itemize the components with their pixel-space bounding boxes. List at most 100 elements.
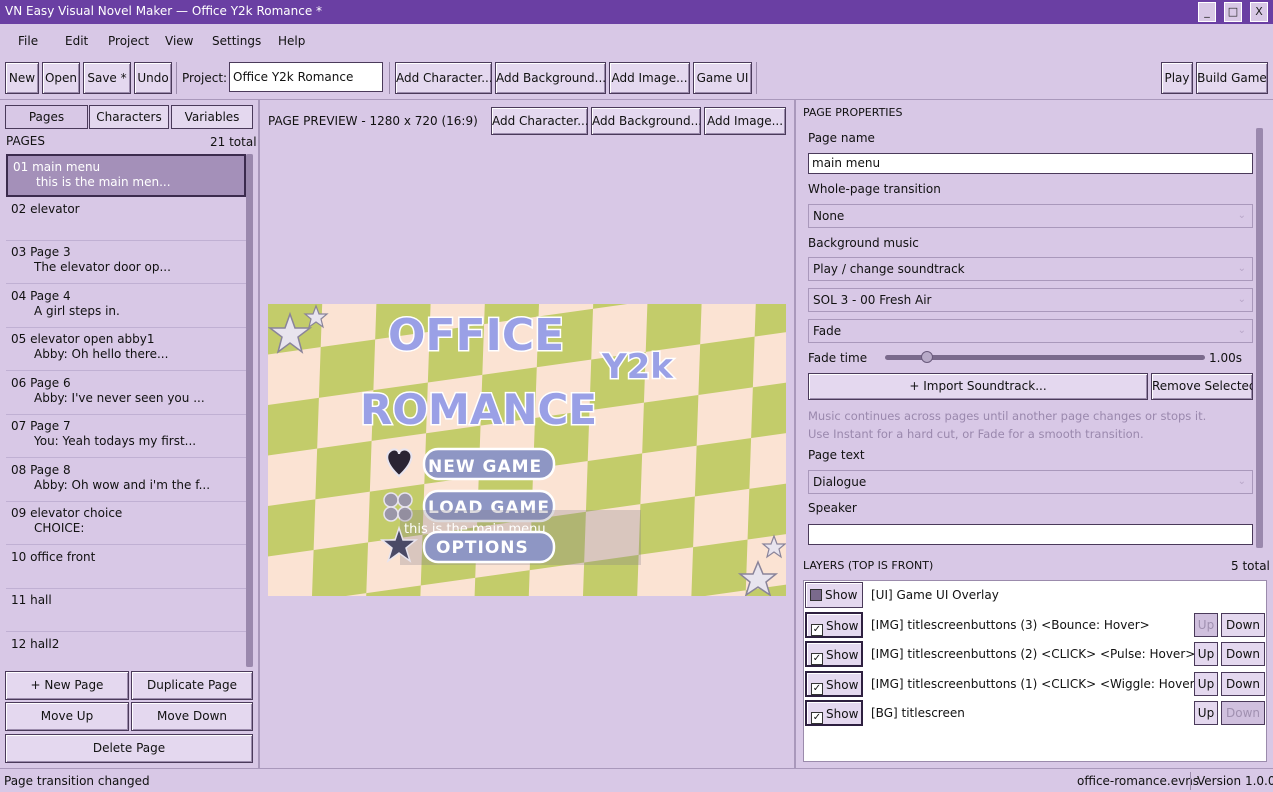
checkmark-icon: ✓	[811, 712, 823, 724]
open-button[interactable]: Open	[42, 62, 80, 94]
show-toggle[interactable]: Show	[805, 582, 863, 608]
maximize-button[interactable]: □	[1224, 2, 1242, 22]
toolbar: New Open Save * Undo Project: Office Y2k…	[0, 58, 1273, 100]
page-subtitle: CHOICE:	[34, 521, 85, 535]
preview-add-background-button[interactable]: Add Background...	[591, 107, 701, 135]
page-name-label: Page name	[808, 131, 875, 145]
menu-file[interactable]: File	[18, 34, 38, 48]
build-game-button[interactable]: Build Game	[1196, 62, 1268, 94]
layer-row[interactable]: ✓ Show [IMG] titlescreenbuttons (1) <CLIC…	[805, 671, 1265, 698]
toolbar-divider	[756, 62, 757, 94]
game-ui-button[interactable]: Game UI	[693, 62, 752, 94]
menu-edit[interactable]: Edit	[65, 34, 88, 48]
layer-down-button[interactable]: Down	[1221, 642, 1265, 666]
page-title: 08 Page 8	[11, 463, 71, 477]
show-toggle[interactable]: ✓ Show	[805, 671, 863, 697]
menu-help[interactable]: Help	[278, 34, 305, 48]
layer-up-button[interactable]: Up	[1194, 672, 1218, 696]
move-up-button[interactable]: Move Up	[5, 702, 129, 731]
project-name-input[interactable]: Office Y2k Romance	[229, 62, 383, 92]
fade-time-slider-track[interactable]	[885, 355, 1205, 360]
page-list-scroll-thumb[interactable]	[246, 154, 253, 667]
layer-row[interactable]: Show [UI] Game UI Overlay	[805, 582, 1265, 609]
list-item[interactable]: 03 Page 3 The elevator door op...	[6, 241, 246, 284]
chevron-down-icon: ⌄	[1237, 476, 1246, 487]
tab-characters[interactable]: Characters	[89, 105, 169, 129]
page-subtitle: Abby: I've never seen you ...	[34, 391, 205, 405]
add-character-button[interactable]: Add Character...	[395, 62, 492, 94]
menu-project[interactable]: Project	[108, 34, 149, 48]
toolbar-divider	[389, 62, 390, 94]
tab-pages[interactable]: Pages	[5, 105, 88, 129]
layer-row[interactable]: ✓ Show [IMG] titlescreenbuttons (2) <CLIC…	[805, 641, 1265, 668]
list-item[interactable]: 08 Page 8 Abby: Oh wow and i'm the f...	[6, 459, 246, 502]
minimize-button[interactable]: _	[1198, 2, 1216, 22]
list-item[interactable]: 02 elevator	[6, 198, 246, 241]
add-background-button[interactable]: Add Background...	[495, 62, 606, 94]
list-item[interactable]: 11 hall	[6, 589, 246, 632]
menu-view[interactable]: View	[165, 34, 193, 48]
preview-add-character-button[interactable]: Add Character...	[491, 107, 588, 135]
list-item[interactable]: 04 Page 4 A girl steps in.	[6, 285, 246, 328]
layer-up-button[interactable]: Up	[1194, 642, 1218, 666]
delete-page-button[interactable]: Delete Page	[5, 734, 253, 763]
checkmark-icon: ✓	[811, 624, 823, 636]
layer-down-button[interactable]: Down	[1221, 672, 1265, 696]
import-soundtrack-button[interactable]: + Import Soundtrack...	[808, 373, 1148, 400]
music-action-select[interactable]: Play / change soundtrack ⌄	[808, 257, 1253, 281]
page-title: 03 Page 3	[11, 245, 71, 259]
fade-time-slider-handle[interactable]	[921, 351, 933, 363]
toolbar-divider	[176, 62, 177, 94]
show-toggle[interactable]: ✓ Show	[805, 641, 863, 667]
layer-row[interactable]: ✓ Show [BG] titlescreen Up Down	[805, 700, 1265, 727]
list-item[interactable]: 01 main menu this is the main men...	[6, 154, 246, 197]
speaker-input[interactable]	[808, 524, 1253, 545]
add-image-button[interactable]: Add Image...	[609, 62, 690, 94]
layer-up-button[interactable]: Up	[1194, 701, 1218, 725]
chevron-down-icon: ⌄	[1237, 325, 1246, 336]
move-down-button[interactable]: Move Down	[131, 702, 253, 731]
page-subtitle: Abby: Oh wow and i'm the f...	[34, 478, 211, 492]
layer-row[interactable]: ✓ Show [IMG] titlescreenbuttons (3) <Boun…	[805, 612, 1265, 639]
page-preview-canvas[interactable]: OFFICE Y2k ROMANCE NEW GAME LOAD GAME th…	[268, 304, 786, 596]
transition-select[interactable]: None ⌄	[808, 204, 1253, 228]
list-item[interactable]: 12 hall2	[6, 633, 246, 667]
page-title: 11 hall	[11, 593, 52, 607]
preview-add-image-button[interactable]: Add Image...	[704, 107, 786, 135]
track-select[interactable]: SOL 3 - 00 Fresh Air ⌄	[808, 288, 1253, 312]
layer-label: [IMG] titlescreenbuttons (3) <Bounce: Ho…	[871, 618, 1150, 632]
status-bar: Page transition changed office-romance.e…	[0, 768, 1273, 792]
list-item[interactable]: 05 elevator open abby1 Abby: Oh hello th…	[6, 328, 246, 371]
title-bar: VN Easy Visual Novel Maker — Office Y2k …	[0, 0, 1273, 24]
duplicate-page-button[interactable]: Duplicate Page	[131, 671, 253, 700]
remove-selected-button[interactable]: Remove Selected	[1151, 373, 1253, 400]
properties-scroll-thumb[interactable]	[1256, 128, 1263, 548]
tab-variables[interactable]: Variables	[171, 105, 253, 129]
page-title: 05 elevator open abby1	[11, 332, 155, 346]
show-toggle[interactable]: ✓ Show	[805, 612, 863, 638]
menu-settings[interactable]: Settings	[212, 34, 261, 48]
show-toggle[interactable]: ✓ Show	[805, 700, 863, 726]
layer-down-button[interactable]: Down	[1221, 613, 1265, 637]
list-item[interactable]: 06 Page 6 Abby: I've never seen you ...	[6, 372, 246, 415]
page-name-input[interactable]: main menu	[808, 153, 1253, 174]
chevron-down-icon: ⌄	[1237, 210, 1246, 221]
play-button[interactable]: Play	[1161, 62, 1193, 94]
menu-bar: File Edit Project View Settings Help	[0, 24, 1273, 58]
panel-divider	[794, 100, 796, 768]
list-item[interactable]: 10 office front	[6, 546, 246, 589]
pages-count: 21 total	[210, 135, 257, 149]
save-button[interactable]: Save *	[83, 62, 131, 94]
new-page-button[interactable]: + New Page	[5, 671, 129, 700]
layer-label: [IMG] titlescreenbuttons (1) <CLICK> <Wi…	[871, 677, 1205, 691]
layer-down-button[interactable]: Down	[1221, 701, 1265, 725]
page-text-select[interactable]: Dialogue ⌄	[808, 470, 1253, 494]
fade-mode-select[interactable]: Fade ⌄	[808, 319, 1253, 343]
list-item[interactable]: 09 elevator choice CHOICE:	[6, 502, 246, 545]
layer-up-button[interactable]: Up	[1194, 613, 1218, 637]
layers-count: 5 total	[1231, 559, 1270, 573]
close-button[interactable]: X	[1250, 2, 1268, 22]
undo-button[interactable]: Undo	[134, 62, 172, 94]
list-item[interactable]: 07 Page 7 You: Yeah todays my first...	[6, 415, 246, 458]
new-button[interactable]: New	[5, 62, 39, 94]
